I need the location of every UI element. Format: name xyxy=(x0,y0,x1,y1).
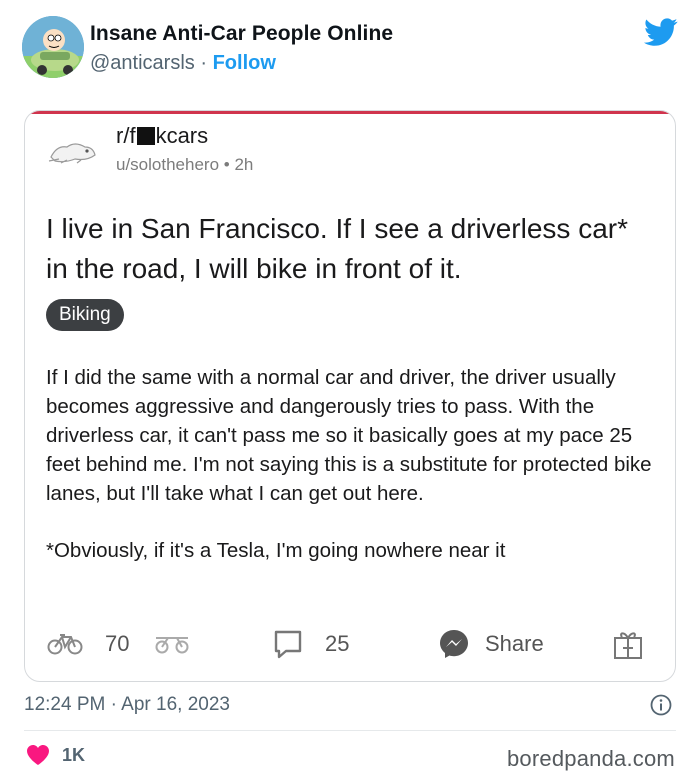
post-meta: u/solothehero • 2h xyxy=(116,155,253,175)
post-title: I live in San Francisco. If I see a driv… xyxy=(46,213,628,284)
info-icon[interactable] xyxy=(650,694,672,716)
censor-block xyxy=(136,127,155,145)
twitter-bird-icon[interactable] xyxy=(644,18,678,48)
downvote-icon[interactable] xyxy=(153,627,191,661)
share-label[interactable]: Share xyxy=(485,627,544,661)
tweet-header: Insane Anti-Car People Online @anticarsl… xyxy=(22,16,682,80)
embedded-post-card[interactable]: r/f kcars u/solothehero • 2h I live in Sa… xyxy=(24,110,676,682)
footer-divider xyxy=(24,730,676,731)
subreddit-suffix: kcars xyxy=(155,123,209,148)
post-paragraph: *Obviously, if it's a Tesla, I'm going n… xyxy=(46,539,506,562)
separator: · xyxy=(200,52,208,74)
like-button[interactable]: 1K xyxy=(26,744,85,766)
cartoon-character-in-car-avatar-icon[interactable] xyxy=(22,16,84,78)
bicycle-vote-icon[interactable] xyxy=(47,627,83,661)
handle-line: @anticarsls · Follow xyxy=(90,52,393,75)
subreddit-logo-icon xyxy=(47,135,99,167)
heart-icon xyxy=(27,745,49,765)
upvote-count: 70 xyxy=(105,631,130,656)
post-paragraph: If I did the same with a normal car and … xyxy=(46,366,652,505)
author-block: Insane Anti-Car People Online @anticarsl… xyxy=(90,22,393,75)
gift-award-icon[interactable] xyxy=(611,627,645,661)
post-age: 2h xyxy=(234,155,254,174)
meta-dot: • xyxy=(223,155,230,174)
comment-icon[interactable] xyxy=(271,627,305,661)
display-name[interactable]: Insane Anti-Car People Online xyxy=(90,22,393,46)
flair-badge[interactable]: Biking xyxy=(46,299,124,331)
tweet-timestamp[interactable]: 12:24 PM · Apr 16, 2023 xyxy=(24,694,230,716)
card-top-accent xyxy=(25,111,675,114)
follow-button[interactable]: Follow xyxy=(213,52,276,74)
handle[interactable]: @anticarsls xyxy=(90,52,195,74)
like-count: 1K xyxy=(62,744,86,765)
tweet-card: Insane Anti-Car People Online @anticarsl… xyxy=(0,0,700,784)
post-author[interactable]: u/solothehero xyxy=(116,155,219,174)
post-body: If I did the same with a normal car and … xyxy=(46,363,662,593)
watermark: boredpanda.com xyxy=(507,746,675,771)
subreddit-name[interactable]: r/f kcars xyxy=(116,123,208,149)
post-action-bar: 70 25 Share xyxy=(43,623,663,663)
comment-count: 25 xyxy=(325,631,350,656)
subreddit-prefix: r/f xyxy=(116,123,136,148)
messenger-share-icon[interactable] xyxy=(437,627,471,661)
